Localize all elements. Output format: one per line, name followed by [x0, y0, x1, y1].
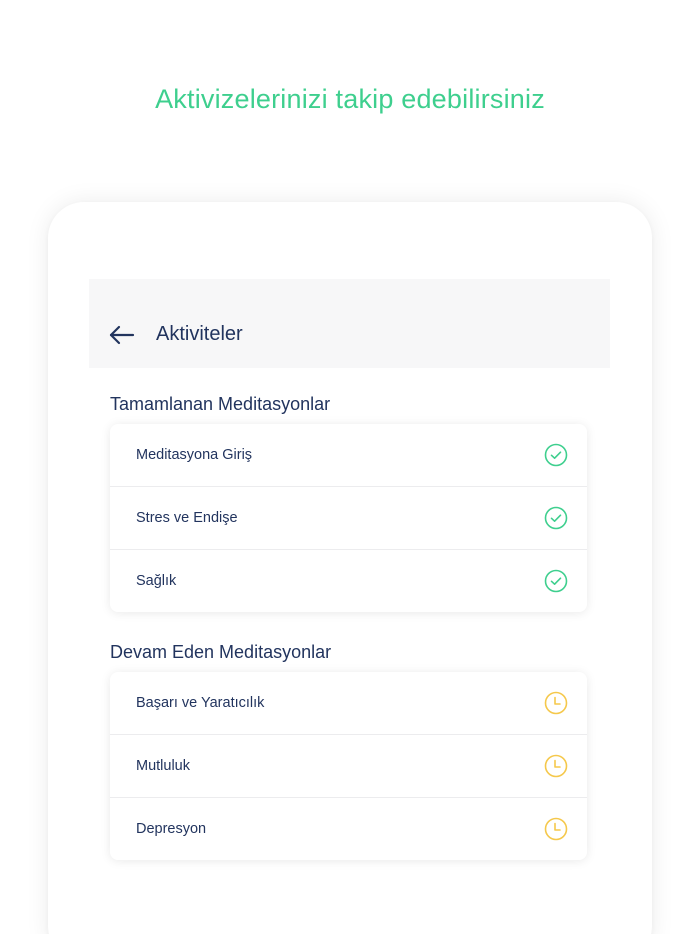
- check-circle-icon: [544, 506, 568, 530]
- arrow-left-icon: [109, 325, 135, 345]
- clock-icon: [544, 754, 568, 778]
- list-item-label: Stres ve Endişe: [136, 510, 238, 526]
- back-button[interactable]: [108, 322, 136, 348]
- list-item-label: Sağlık: [136, 573, 177, 589]
- list-item[interactable]: Depresyon: [110, 798, 587, 860]
- clock-icon: [544, 691, 568, 715]
- page-title: Aktiviteler: [156, 323, 243, 345]
- list-item[interactable]: Sağlık: [110, 550, 587, 612]
- in-progress-list: Başarı ve Yaratıcılık Mutluluk Depresyon: [110, 672, 587, 860]
- list-item-label: Meditasyona Giriş: [136, 447, 253, 463]
- promo-headline: Aktivizelerinizi takip edebilirsiniz: [155, 84, 545, 114]
- completed-list: Meditasyona Giriş Stres ve Endişe Sağlık: [110, 424, 587, 612]
- section-title-in-progress: Devam Eden Meditasyonlar: [110, 642, 332, 662]
- check-circle-icon: [544, 569, 568, 593]
- section-title-completed: Tamamlanan Meditasyonlar: [110, 394, 331, 414]
- screen: Aktivizelerinizi takip edebilirsiniz Akt…: [0, 0, 700, 934]
- list-item[interactable]: Meditasyona Giriş: [110, 424, 587, 487]
- clock-icon: [544, 817, 568, 841]
- list-item[interactable]: Başarı ve Yaratıcılık: [110, 672, 587, 735]
- check-circle-icon: [544, 443, 568, 467]
- list-item-label: Mutluluk: [136, 758, 190, 774]
- list-item-label: Başarı ve Yaratıcılık: [136, 695, 265, 711]
- list-item-label: Depresyon: [136, 821, 207, 837]
- list-item[interactable]: Mutluluk: [110, 735, 587, 798]
- list-item[interactable]: Stres ve Endişe: [110, 487, 587, 550]
